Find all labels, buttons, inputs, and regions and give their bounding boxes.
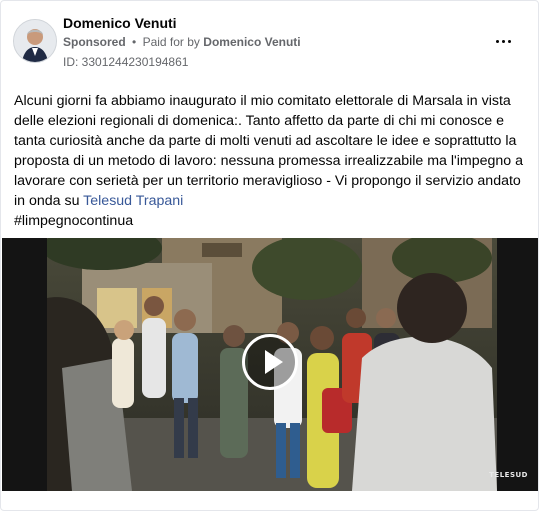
separator-dot: • (132, 35, 137, 49)
paid-by-name[interactable]: Domenico Venuti (203, 35, 300, 49)
telesud-link[interactable]: Telesud Trapani (83, 193, 183, 209)
post-text: Alcuni giorni fa abbiamo inaugurato il m… (14, 93, 524, 209)
channel-watermark: TELESUD (489, 471, 528, 479)
hashtag[interactable]: #limpegnocontinua (14, 211, 133, 231)
more-options-icon[interactable] (494, 31, 514, 51)
play-icon[interactable] (242, 334, 298, 390)
avatar[interactable] (13, 19, 57, 63)
ad-id: ID: 3301244230194861 (63, 55, 189, 69)
ad-card: Domenico Venuti Sponsored • Paid for by … (0, 0, 539, 511)
profile-photo (14, 20, 56, 62)
paid-for-label: Paid for by (142, 35, 200, 49)
sponsored-line: Sponsored • Paid for by Domenico Venuti (63, 35, 301, 49)
video-player[interactable]: TELESUD (2, 238, 538, 491)
post-body: Alcuni giorni fa abbiamo inaugurato il m… (14, 91, 526, 211)
author-name[interactable]: Domenico Venuti (63, 15, 177, 31)
sponsored-label: Sponsored (63, 35, 126, 49)
post-header: Domenico Venuti Sponsored • Paid for by … (1, 1, 538, 81)
